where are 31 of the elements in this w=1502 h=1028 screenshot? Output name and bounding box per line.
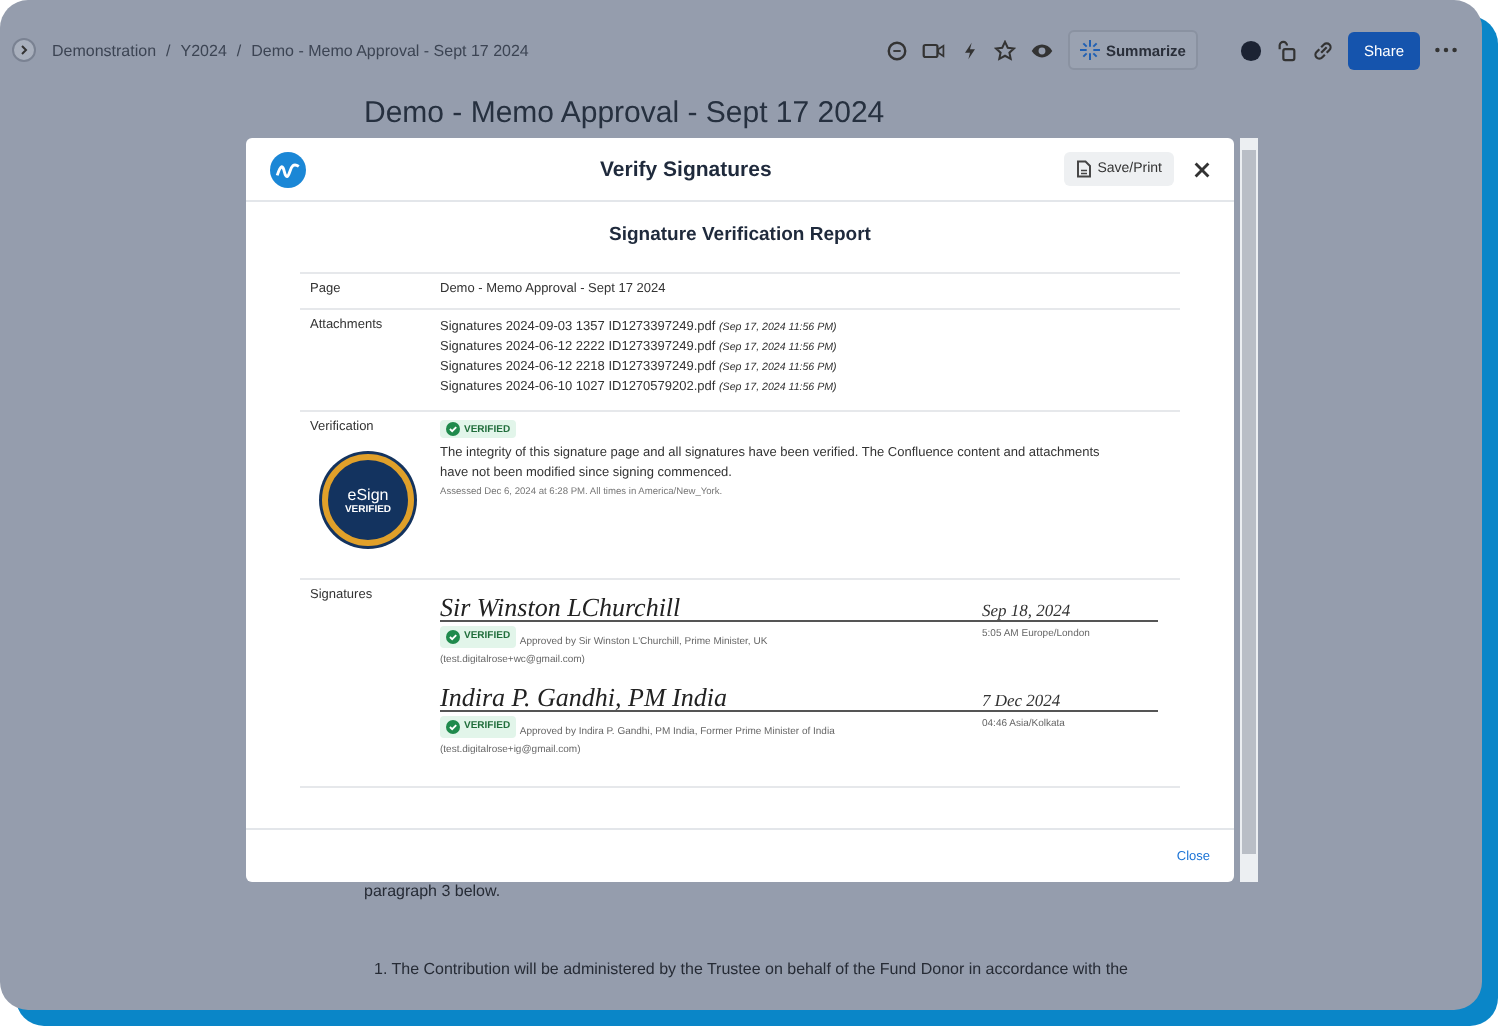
report-title: Signature Verification Report: [607, 224, 873, 246]
check-icon: [446, 422, 460, 436]
breadcrumb-link[interactable]: Demo - Memo Approval - Sept 17 2024: [251, 41, 529, 59]
lock-icon[interactable]: [1275, 39, 1298, 61]
signature: Sir Winston LChurchill: [440, 594, 683, 620]
signature: Indira P. Gandhi, PM India: [440, 684, 729, 710]
body-paragraph: paragraph 3 below.: [364, 882, 503, 900]
avatar-icon[interactable]: [1239, 39, 1262, 61]
document-icon: [1075, 160, 1092, 178]
breadcrumb-separator: /: [236, 41, 242, 59]
page-title: Demo - Memo Approval - Sept 17 2024: [364, 96, 887, 130]
sparkle-icon: [1079, 40, 1100, 60]
breadcrumb-link[interactable]: Y2024: [180, 41, 227, 59]
star-icon[interactable]: [993, 39, 1016, 61]
breadcrumb-link[interactable]: Demonstration: [52, 41, 157, 59]
signature-date: Sep 18, 2024: [982, 600, 1073, 620]
check-icon: [446, 720, 460, 734]
more-icon[interactable]: [1434, 46, 1458, 54]
signature-date: 7 Dec 2024: [982, 690, 1063, 710]
lightning-icon[interactable]: [959, 39, 980, 61]
eye-icon[interactable]: [1029, 39, 1054, 61]
body-paragraph: 1. The Contribution will be administered by the Trustee on behalf of the Fund Donor in accordance with the: [374, 960, 1130, 978]
scrollbar[interactable]: [1240, 138, 1258, 882]
dialog-title: Verify Signatures: [600, 157, 772, 181]
breadcrumb-separator: /: [166, 41, 171, 59]
chevron-icon[interactable]: [12, 38, 36, 62]
link-icon[interactable]: [1311, 39, 1334, 61]
logo-icon: [270, 151, 306, 187]
video-icon[interactable]: [921, 39, 946, 61]
close-icon[interactable]: [1194, 161, 1210, 177]
check-icon: [446, 630, 460, 644]
